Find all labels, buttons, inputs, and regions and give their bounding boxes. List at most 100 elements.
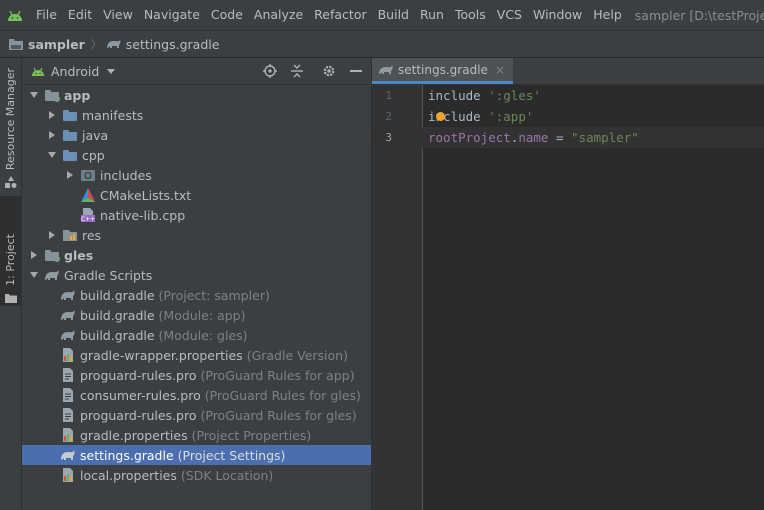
- editor-tab-bar: settings.gradle ×: [372, 58, 764, 85]
- tree-item-cmakelists[interactable]: CMakeLists.txt: [22, 185, 371, 205]
- tree-item-label: local.properties: [80, 467, 177, 483]
- tree-item-proguard-rules-gles[interactable]: proguard-rules.pro (ProGuard Rules for g…: [22, 405, 371, 425]
- tree-item-hint: (ProGuard Rules for app): [200, 367, 355, 383]
- expanded-arrow-icon[interactable]: [46, 149, 58, 161]
- close-icon[interactable]: ×: [495, 63, 505, 77]
- editor-tab-settings-gradle[interactable]: settings.gradle ×: [372, 58, 513, 84]
- menu-window[interactable]: Window: [529, 0, 586, 30]
- collapsed-arrow-icon[interactable]: [46, 129, 58, 141]
- tree-item-native-lib-cpp[interactable]: C++ native-lib.cpp: [22, 205, 371, 225]
- menu-vcs[interactable]: VCS: [493, 0, 526, 30]
- tree-item-settings-gradle[interactable]: settings.gradle (Project Settings): [22, 445, 371, 465]
- tree-item-build-gradle-app[interactable]: build.gradle (Module: app): [22, 305, 371, 325]
- menu-refactor[interactable]: Refactor: [310, 0, 370, 30]
- tree-item-hint: (ProGuard Rules for gles): [200, 407, 357, 423]
- left-tool-window-strip: Resource Manager 1: Project: [0, 58, 22, 510]
- menu-tools[interactable]: Tools: [451, 0, 490, 30]
- gradle-icon: [378, 64, 394, 76]
- breadcrumb-file[interactable]: settings.gradle: [106, 36, 220, 52]
- collapsed-arrow-icon[interactable]: [46, 109, 58, 121]
- menu-view[interactable]: View: [99, 0, 137, 30]
- tree-item-build-gradle-gles[interactable]: build.gradle (Module: gles): [22, 325, 371, 345]
- gear-icon[interactable]: [320, 62, 338, 80]
- resource-manager-tab[interactable]: Resource Manager: [0, 62, 21, 190]
- tree-item-consumer-rules[interactable]: consumer-rules.pro (ProGuard Rules for g…: [22, 385, 371, 405]
- project-panel: Android app manifests java cpp includes …: [22, 58, 371, 510]
- tree-item-gradle-properties[interactable]: gradle.properties (Project Properties): [22, 425, 371, 445]
- tree-item-app[interactable]: app: [22, 85, 371, 105]
- collapse-all-icon[interactable]: [288, 62, 306, 80]
- resource-manager-tab-label: Resource Manager: [4, 67, 17, 170]
- hide-panel-icon[interactable]: [347, 62, 365, 80]
- tree-item-label: gles: [64, 247, 94, 263]
- project-view-selector[interactable]: Android: [31, 63, 116, 79]
- folder-icon: [62, 147, 78, 163]
- menu-file[interactable]: File: [32, 0, 61, 30]
- project-tree: app manifests java cpp includes CMakeLis…: [22, 85, 371, 485]
- tree-item-local-properties[interactable]: local.properties (SDK Location): [22, 465, 371, 485]
- menu-run[interactable]: Run: [416, 0, 448, 30]
- code-line-3[interactable]: 3 rootProject.name = "sampler": [372, 127, 764, 148]
- tree-item-build-gradle-project[interactable]: build.gradle (Project: sampler): [22, 285, 371, 305]
- tree-item-hint: (SDK Location): [180, 467, 274, 483]
- resource-manager-icon: [4, 176, 17, 188]
- tree-item-res[interactable]: res: [22, 225, 371, 245]
- tree-item-label: build.gradle: [80, 327, 155, 343]
- tree-item-label: settings.gradle: [80, 447, 174, 463]
- tree-item-gradle-wrapper-properties[interactable]: gradle-wrapper.properties (Gradle Versio…: [22, 345, 371, 365]
- tree-item-label: build.gradle: [80, 307, 155, 323]
- code-line-1[interactable]: 1 include ':gles': [372, 85, 764, 106]
- tree-item-includes[interactable]: includes: [22, 165, 371, 185]
- collapsed-arrow-icon[interactable]: [64, 169, 76, 181]
- breadcrumb-project[interactable]: sampler 〉: [8, 36, 102, 52]
- tree-item-gradle-scripts[interactable]: Gradle Scripts: [22, 265, 371, 285]
- code-token: name: [518, 130, 549, 145]
- collapsed-arrow-icon[interactable]: [28, 249, 40, 261]
- tree-item-cpp[interactable]: cpp: [22, 145, 371, 165]
- menu-analyze[interactable]: Analyze: [250, 0, 307, 30]
- tree-item-manifests[interactable]: manifests: [22, 105, 371, 125]
- intention-bulb-icon[interactable]: [436, 112, 445, 121]
- text-file-icon: [60, 407, 76, 423]
- menu-build[interactable]: Build: [374, 0, 413, 30]
- expanded-arrow-icon[interactable]: [28, 89, 40, 101]
- locate-file-icon[interactable]: [261, 62, 279, 80]
- tree-item-label: proguard-rules.pro: [80, 367, 197, 383]
- menu-edit[interactable]: Edit: [64, 0, 96, 30]
- code-token: "sampler": [571, 130, 639, 145]
- svg-text:C++: C++: [81, 216, 95, 223]
- include-folder-icon: [80, 167, 96, 183]
- project-tool-tab[interactable]: 1: Project: [0, 196, 21, 306]
- tree-item-label: native-lib.cpp: [100, 207, 186, 223]
- navigation-bar: sampler 〉 settings.gradle: [0, 30, 764, 58]
- code-text[interactable]: include ':gles': [428, 88, 541, 103]
- menu-navigate[interactable]: Navigate: [140, 0, 204, 30]
- project-panel-header: Android: [22, 58, 371, 85]
- cmake-icon: [80, 187, 96, 203]
- collapsed-arrow-icon[interactable]: [46, 229, 58, 241]
- code-token: include: [428, 88, 489, 103]
- module-folder-icon: [44, 247, 60, 263]
- menu-code[interactable]: Code: [207, 0, 247, 30]
- gradle-icon: [106, 38, 122, 50]
- window-title: sampler [D:\testProject\graphi: [634, 7, 764, 23]
- code-line-2[interactable]: 2 include ':app': [372, 106, 764, 127]
- tree-item-gles[interactable]: gles: [22, 245, 371, 265]
- breadcrumb-file-label: settings.gradle: [125, 36, 220, 52]
- properties-icon: [60, 427, 76, 443]
- project-tool-tab-label: 1: Project: [4, 234, 17, 286]
- project-view-label: Android: [51, 63, 100, 79]
- line-number: 3: [385, 131, 392, 144]
- tree-item-java[interactable]: java: [22, 125, 371, 145]
- expanded-arrow-icon[interactable]: [28, 269, 40, 281]
- code-text[interactable]: rootProject.name = "sampler": [428, 130, 639, 145]
- tree-item-label: consumer-rules.pro: [80, 387, 201, 403]
- folder-icon: [62, 107, 78, 123]
- gradle-icon: [60, 307, 76, 323]
- code-token: rootProject: [428, 130, 511, 145]
- tree-item-label: gradle-wrapper.properties: [80, 347, 243, 363]
- menu-help[interactable]: Help: [589, 0, 626, 30]
- tree-item-proguard-rules-app[interactable]: proguard-rules.pro (ProGuard Rules for a…: [22, 365, 371, 385]
- line-number: 2: [385, 110, 392, 123]
- breadcrumb-separator-icon: 〉: [90, 38, 102, 51]
